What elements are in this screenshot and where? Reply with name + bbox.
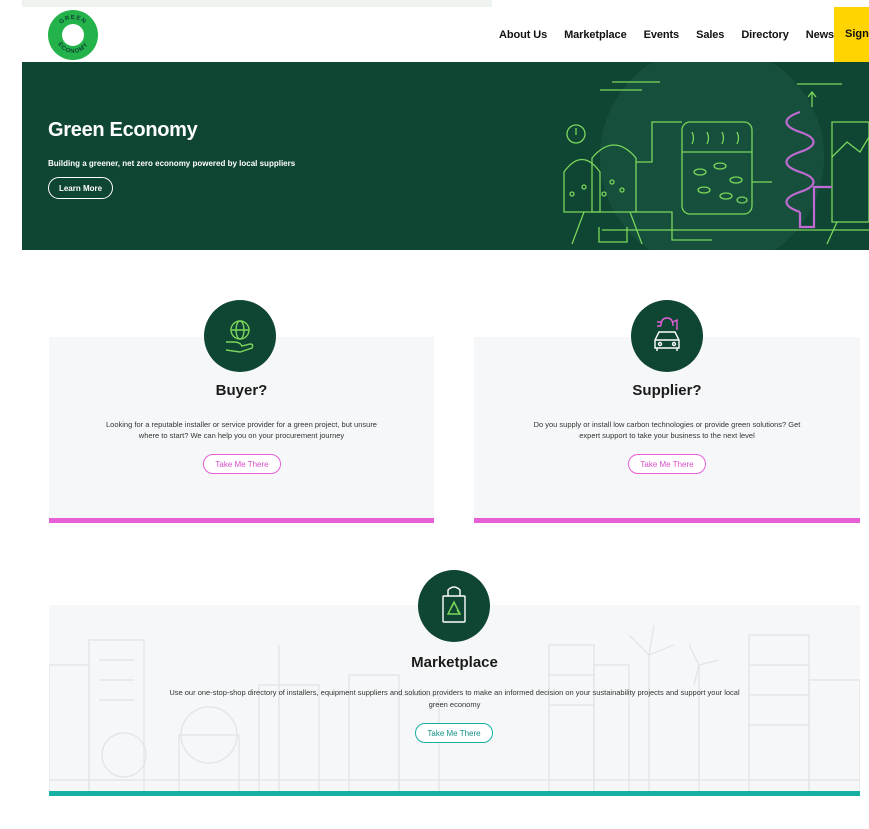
nav-about-us[interactable]: About Us — [499, 29, 547, 41]
site-header: GREEN ECONOMY About Us Marketplace Event… — [22, 7, 869, 62]
hero-industrial-illustration — [563, 62, 869, 250]
supplier-description-line2: expert support to take your business to … — [579, 431, 755, 440]
sign-in-button[interactable]: Sign In — [834, 7, 869, 62]
nav-marketplace[interactable]: Marketplace — [564, 29, 627, 41]
green-economy-logo[interactable]: GREEN ECONOMY — [48, 10, 98, 60]
buyer-take-me-there-button[interactable]: Take Me There — [203, 454, 281, 474]
marketplace-take-me-there-button[interactable]: Take Me There — [415, 723, 493, 743]
hero-banner: Green Economy Building a greener, net ze… — [22, 62, 869, 250]
supplier-take-me-there-button[interactable]: Take Me There — [628, 454, 706, 474]
marketplace-description-line2: green economy — [428, 700, 481, 709]
electric-car-icon — [654, 317, 680, 351]
svg-text:GREEN: GREEN — [59, 15, 88, 26]
main-nav: About Us Marketplace Events Sales Direct… — [499, 7, 851, 62]
logo-wordmark: GREEN ECONOMY — [56, 15, 90, 55]
supplier-description-line1: Do you supply or install low carbon tech… — [533, 420, 801, 429]
hero-subtitle: Building a greener, net zero economy pow… — [48, 159, 296, 168]
sign-in-label: Sign In — [845, 28, 869, 40]
recycle-bag-icon — [442, 586, 466, 623]
supplier-title: Supplier? — [632, 382, 702, 399]
marketplace-description-line1: Use our one-stop-shop directory of insta… — [169, 688, 740, 697]
svg-text:ECONOMY: ECONOMY — [56, 42, 90, 55]
nav-directory[interactable]: Directory — [741, 29, 789, 41]
nav-sales[interactable]: Sales — [696, 29, 724, 41]
buyer-badge — [204, 300, 276, 372]
globe-hand-icon — [225, 320, 254, 353]
buyer-title: Buyer? — [215, 382, 268, 399]
nav-events[interactable]: Events — [644, 29, 680, 41]
buyer-description-line2: where to start? We can help you on your … — [138, 431, 345, 440]
marketplace-title: Marketplace — [411, 654, 498, 671]
buyer-description-line1: Looking for a reputable installer or ser… — [106, 420, 377, 429]
nav-news[interactable]: News — [806, 29, 834, 41]
top-strip — [22, 0, 492, 7]
marketplace-badge — [418, 570, 490, 642]
learn-more-button[interactable]: Learn More — [48, 177, 113, 199]
supplier-badge — [631, 300, 703, 372]
hero-title: Green Economy — [48, 119, 198, 141]
